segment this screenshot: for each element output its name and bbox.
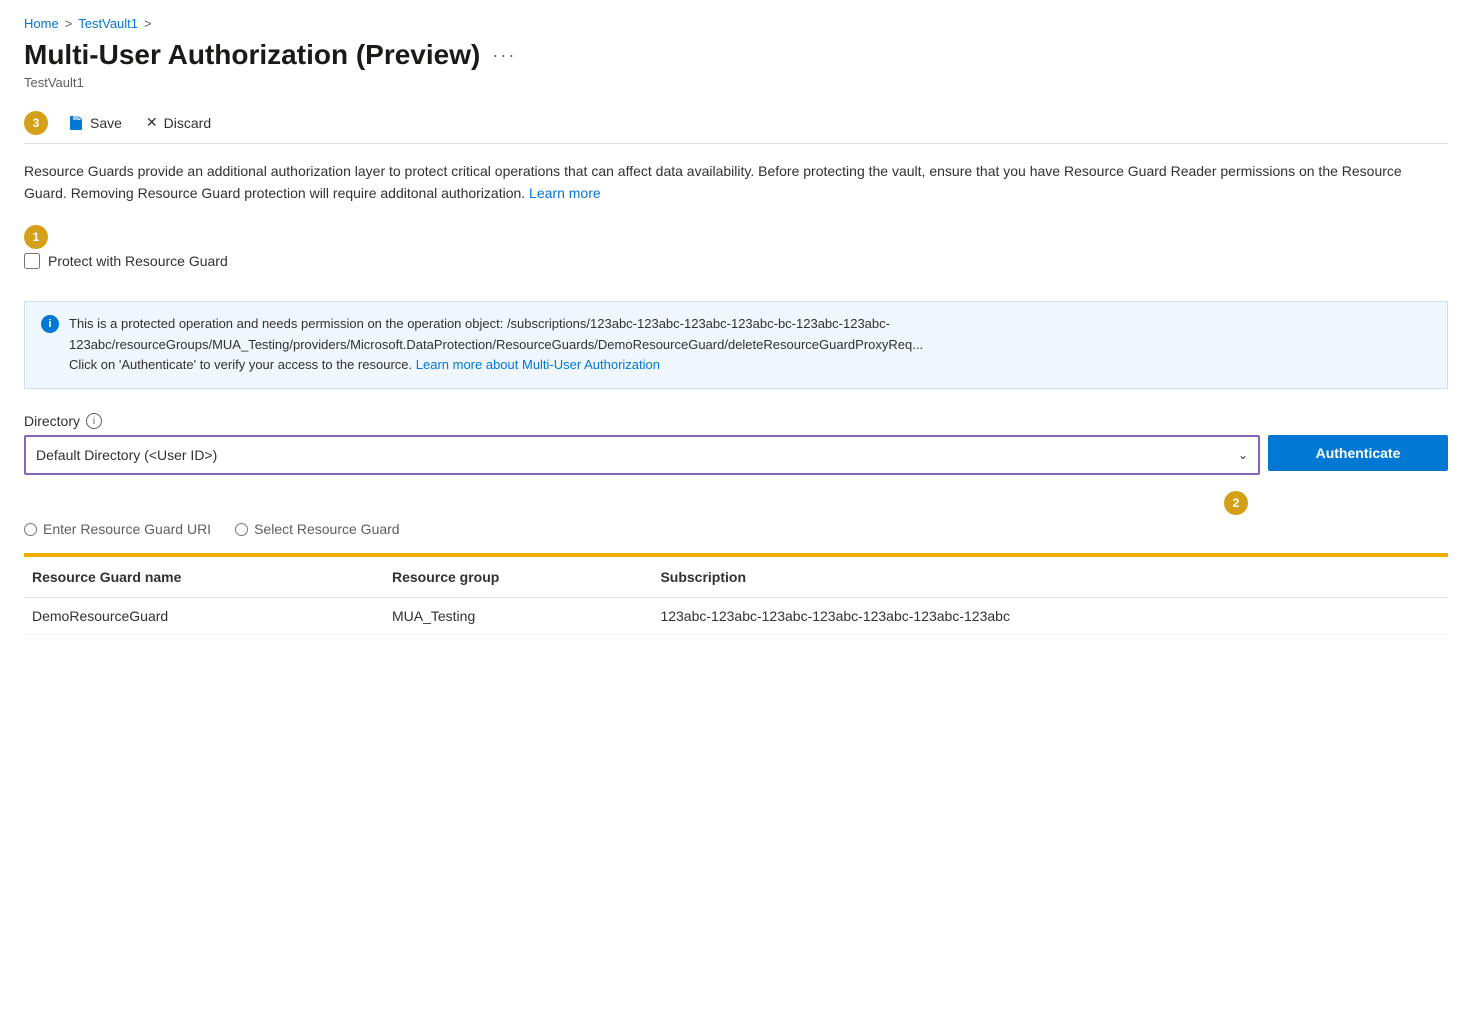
description-text: Resource Guards provide an additional au…	[24, 160, 1448, 205]
breadcrumb-sep2: >	[144, 16, 152, 31]
radio-select-guard-input[interactable]	[235, 523, 248, 536]
more-options-icon[interactable]: ···	[492, 45, 516, 66]
breadcrumb-sep1: >	[65, 16, 73, 31]
table-container: Resource Guard name Resource group Subsc…	[24, 557, 1448, 635]
directory-info-icon[interactable]: i	[86, 413, 102, 429]
toolbar-badge-wrapper: 3	[24, 111, 48, 135]
info-icon: i	[41, 315, 59, 333]
save-label: Save	[90, 115, 122, 131]
mua-learn-more-link[interactable]: Learn more about Multi-User Authorizatio…	[416, 357, 660, 372]
cell-subscription: 123abc-123abc-123abc-123abc-123abc-123ab…	[652, 598, 1448, 635]
radio-select-guard[interactable]: Select Resource Guard	[235, 521, 400, 537]
radio-enter-uri[interactable]: Enter Resource Guard URI	[24, 521, 211, 537]
info-box: i This is a protected operation and need…	[24, 301, 1448, 389]
info-text: This is a protected operation and needs …	[69, 314, 1431, 376]
table-row: DemoResourceGuard MUA_Testing 123abc-123…	[24, 598, 1448, 635]
cell-resource-group: MUA_Testing	[384, 598, 652, 635]
directory-label: Directory i	[24, 413, 1448, 429]
authenticate-button[interactable]: Authenticate	[1268, 435, 1448, 471]
directory-select-wrapper: Default Directory (<User ID>) ⌄	[24, 435, 1260, 475]
discard-label: Discard	[164, 115, 211, 131]
checkbox-row: Protect with Resource Guard	[24, 253, 1448, 269]
step-badge-3: 3	[24, 111, 48, 135]
page-title-row: Multi-User Authorization (Preview) ···	[24, 39, 1448, 71]
resource-guard-table: Resource Guard name Resource group Subsc…	[24, 557, 1448, 635]
toolbar: 3 Save ✕ Discard	[24, 102, 1448, 144]
learn-more-link[interactable]: Learn more	[529, 185, 601, 201]
col-header-resource-group: Resource group	[384, 557, 652, 598]
directory-section: Directory i Default Directory (<User ID>…	[24, 413, 1448, 475]
save-button[interactable]: Save	[64, 111, 126, 135]
step-badge-1: 1	[24, 225, 48, 249]
page-subtitle: TestVault1	[24, 75, 1448, 90]
discard-button[interactable]: ✕ Discard	[142, 110, 215, 135]
save-icon	[68, 115, 84, 131]
radio-enter-uri-label: Enter Resource Guard URI	[43, 521, 211, 537]
table-body: DemoResourceGuard MUA_Testing 123abc-123…	[24, 598, 1448, 635]
radio-select-guard-label: Select Resource Guard	[254, 521, 400, 537]
radio-row: Enter Resource Guard URI Select Resource…	[24, 521, 1448, 537]
step-badge-2: 2	[1224, 491, 1248, 515]
directory-select[interactable]: Default Directory (<User ID>)	[26, 437, 1258, 473]
protect-checkbox-label[interactable]: Protect with Resource Guard	[48, 253, 228, 269]
col-header-name: Resource Guard name	[24, 557, 384, 598]
directory-row: Default Directory (<User ID>) ⌄ Authenti…	[24, 435, 1448, 475]
radio-enter-uri-input[interactable]	[24, 523, 37, 536]
breadcrumb: Home > TestVault1 >	[24, 16, 1448, 31]
col-header-subscription: Subscription	[652, 557, 1448, 598]
breadcrumb-home[interactable]: Home	[24, 16, 59, 31]
page-title: Multi-User Authorization (Preview)	[24, 39, 480, 71]
table-section: Resource Guard name Resource group Subsc…	[24, 553, 1448, 635]
table-header: Resource Guard name Resource group Subsc…	[24, 557, 1448, 598]
breadcrumb-vault[interactable]: TestVault1	[78, 16, 138, 31]
discard-x-icon: ✕	[146, 114, 158, 131]
protect-checkbox[interactable]	[24, 253, 40, 269]
cell-guard-name: DemoResourceGuard	[24, 598, 384, 635]
